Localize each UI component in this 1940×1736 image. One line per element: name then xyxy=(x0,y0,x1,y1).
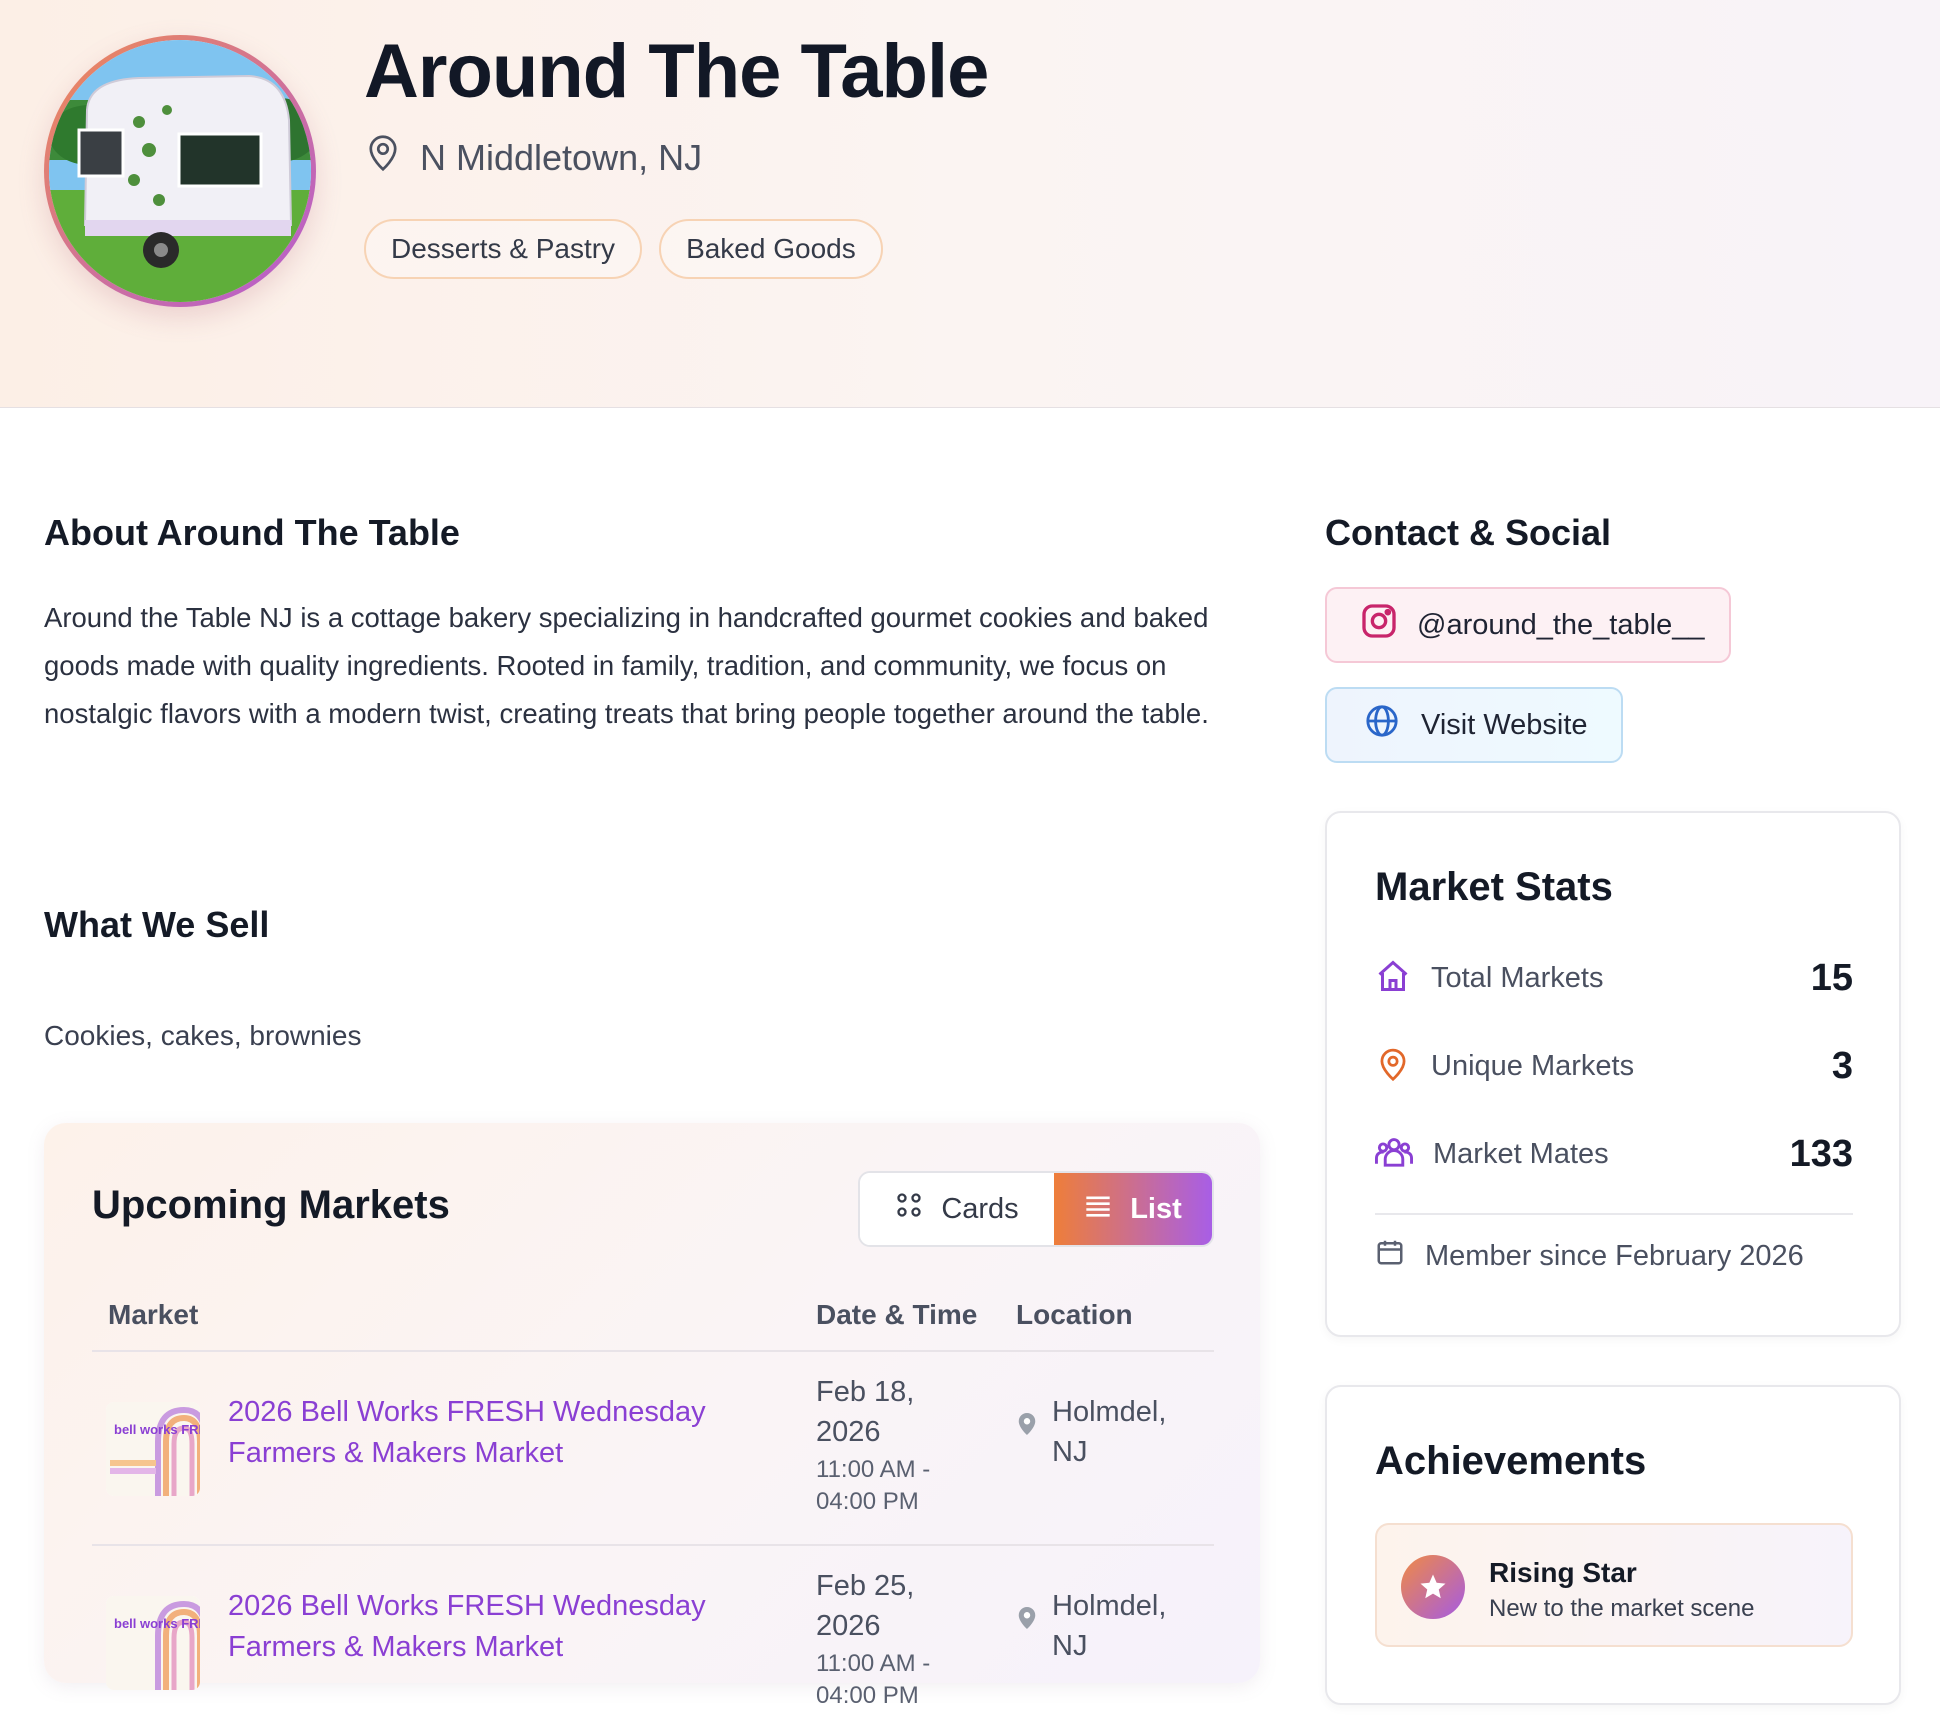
vendor-name: Around The Table xyxy=(364,29,989,114)
market-logo-text: bell works FRESH xyxy=(114,1616,200,1631)
contact-heading: Contact & Social xyxy=(1325,512,1612,553)
vendor-header: Around The Table N Middletown, NJ Desser… xyxy=(0,0,1940,408)
vendor-location: N Middletown, NJ xyxy=(366,134,702,181)
map-pin-icon xyxy=(366,134,400,181)
stat-value: 3 xyxy=(1831,1044,1853,1087)
about-heading: About Around The Table xyxy=(44,512,460,553)
grid-icon xyxy=(895,1191,923,1227)
market-time: 11:00 AM - 04:00 PM xyxy=(816,1650,931,1709)
market-link[interactable]: 2026 Bell Works FRESH Wednesday Farmers … xyxy=(228,1392,748,1474)
achievement-badge: Rising Star New to the market scene xyxy=(1375,1523,1853,1647)
member-since: Member since February 2026 xyxy=(1375,1237,1804,1275)
globe-icon xyxy=(1365,704,1399,746)
vendor-photo xyxy=(49,40,311,302)
category-tag: Desserts & Pastry xyxy=(364,219,643,279)
table-row[interactable]: bell works FRESH 2026 Bell Works FRESH W… xyxy=(44,1546,1260,1736)
stat-label: Market Mates xyxy=(1433,1137,1609,1170)
category-tags: Desserts & Pastry Baked Goods xyxy=(364,219,883,279)
achievement-subtitle: New to the market scene xyxy=(1489,1595,1755,1622)
calendar-icon xyxy=(1375,1237,1405,1275)
market-location-text: Holmdel, NJ xyxy=(1052,1396,1167,1468)
list-label: List xyxy=(1130,1192,1182,1225)
column-header-market: Market xyxy=(108,1299,199,1330)
member-since-text: Member since February 2026 xyxy=(1425,1239,1804,1272)
instagram-link[interactable]: @around_the_table__ xyxy=(1325,587,1731,663)
home-icon xyxy=(1375,958,1411,999)
column-header-location: Location xyxy=(1016,1299,1133,1330)
vendor-avatar xyxy=(44,35,316,307)
map-pin-icon xyxy=(1375,1046,1411,1087)
about-text: Around the Table NJ is a cottage bakery … xyxy=(44,602,1209,729)
stat-label: Unique Markets xyxy=(1431,1049,1635,1082)
stat-market-mates: Market Mates 133 xyxy=(1375,1129,1853,1179)
market-link[interactable]: 2026 Bell Works FRESH Wednesday Farmers … xyxy=(228,1586,748,1668)
upcoming-heading: Upcoming Markets xyxy=(92,1183,450,1227)
achievement-title: Rising Star xyxy=(1489,1557,1637,1588)
instagram-icon xyxy=(1359,601,1399,649)
instagram-handle: @around_the_table__ xyxy=(1417,608,1705,641)
category-tag: Baked Goods xyxy=(659,219,883,279)
stat-label: Total Markets xyxy=(1431,961,1604,994)
market-logo: bell works FRESH xyxy=(106,1596,200,1690)
market-location: Holmdel, NJ xyxy=(1016,1586,1172,1666)
market-date: Feb 25, 2026 xyxy=(816,1570,915,1642)
visit-website-label: Visit Website xyxy=(1421,708,1588,741)
table-row[interactable]: bell works FRESH 2026 Bell Works FRESH W… xyxy=(44,1352,1260,1542)
cards-label: Cards xyxy=(941,1192,1019,1225)
stat-total-markets: Total Markets 15 xyxy=(1375,953,1853,1003)
location-text: N Middletown, NJ xyxy=(420,136,703,178)
view-toggle: Cards List xyxy=(858,1171,1214,1247)
map-pin-icon xyxy=(1016,1602,1038,1666)
visit-website-button[interactable]: Visit Website xyxy=(1325,687,1623,763)
market-location: Holmdel, NJ xyxy=(1016,1392,1172,1472)
market-time: 11:00 AM - 04:00 PM xyxy=(816,1456,931,1515)
achievements-card: Achievements Rising Star New to the mark… xyxy=(1325,1385,1901,1705)
sell-text: Cookies, cakes, brownies xyxy=(44,1020,362,1051)
map-pin-icon xyxy=(1016,1408,1038,1472)
achievements-heading: Achievements xyxy=(1375,1439,1647,1483)
stat-unique-markets: Unique Markets 3 xyxy=(1375,1041,1853,1091)
upcoming-markets-panel: Upcoming Markets Cards List Market Date … xyxy=(44,1123,1260,1709)
users-icon xyxy=(1375,1134,1413,1175)
market-logo: bell works FRESH xyxy=(106,1402,200,1496)
list-view-button[interactable]: List xyxy=(1054,1173,1212,1245)
market-stats-heading: Market Stats xyxy=(1375,865,1613,909)
column-header-date: Date & Time xyxy=(816,1299,978,1330)
star-icon xyxy=(1401,1555,1465,1619)
stats-divider xyxy=(1375,1213,1853,1215)
market-location-text: Holmdel, NJ xyxy=(1052,1590,1167,1662)
market-stats-card: Market Stats Total Markets 15 Unique Mar… xyxy=(1325,811,1901,1337)
stat-value: 15 xyxy=(1810,956,1853,999)
sell-heading: What We Sell xyxy=(44,904,270,945)
stat-value: 133 xyxy=(1789,1132,1853,1175)
cards-view-button[interactable]: Cards xyxy=(860,1173,1054,1245)
list-icon xyxy=(1084,1193,1112,1226)
market-date: Feb 18, 2026 xyxy=(816,1376,915,1448)
market-logo-text: bell works FRESH xyxy=(114,1422,200,1437)
